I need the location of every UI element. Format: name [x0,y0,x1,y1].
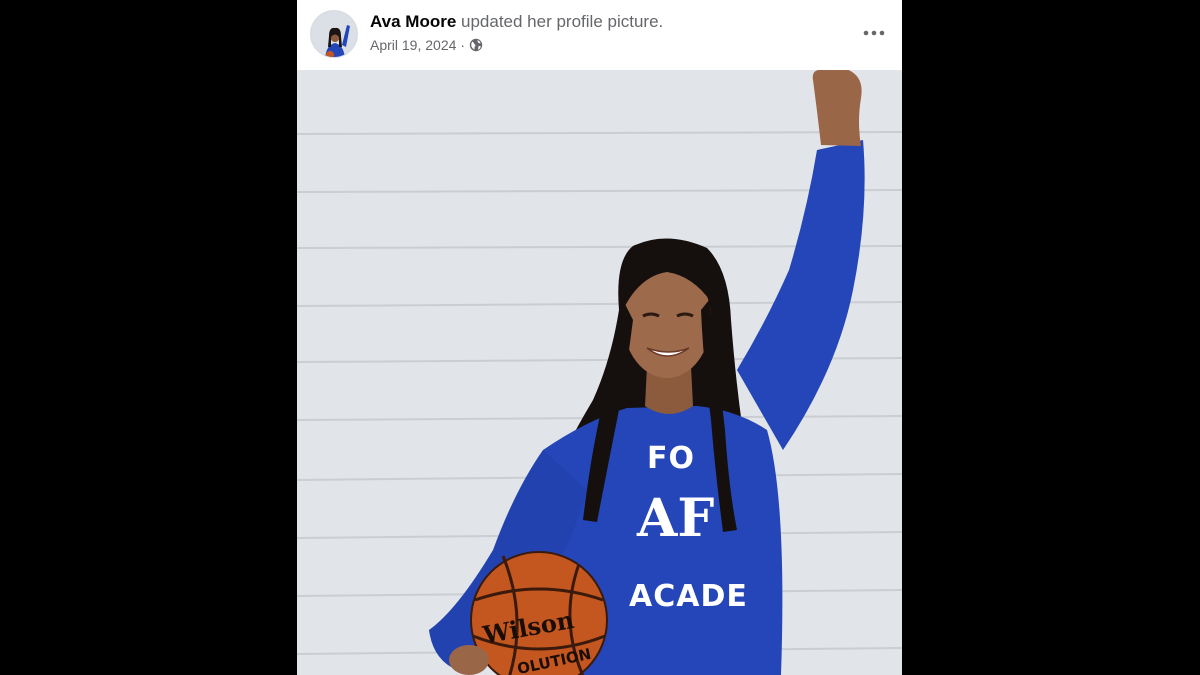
post-meta: April 19, 2024 · [370,36,830,54]
avatar-image [311,11,357,57]
profile-photo[interactable]: FO AF ACADE Wilson OLUTION [297,70,902,675]
screen: Ava Moore updated her profile picture. A… [0,0,1200,675]
post-date[interactable]: April 19, 2024 [370,36,456,54]
avatar[interactable] [310,10,358,58]
more-options-icon[interactable] [860,20,888,46]
sweatshirt-monogram: AF [636,488,714,549]
sweatshirt-text-bottom: ACADE [629,579,748,614]
post-header: Ava Moore updated her profile picture. A… [297,0,902,70]
post-card: Ava Moore updated her profile picture. A… [297,0,902,675]
post-title-line: Ava Moore updated her profile picture. [370,11,830,33]
author-name[interactable]: Ava Moore [370,12,456,31]
post-header-text: Ava Moore updated her profile picture. A… [370,11,830,54]
meta-separator: · [460,37,466,53]
basketball: Wilson OLUTION [470,551,608,675]
raised-hand [812,70,862,146]
holding-hand [449,645,489,675]
post-action-text: updated her profile picture. [456,12,664,31]
globe-icon[interactable] [469,38,483,52]
sweatshirt-text-top: FO [647,441,695,476]
